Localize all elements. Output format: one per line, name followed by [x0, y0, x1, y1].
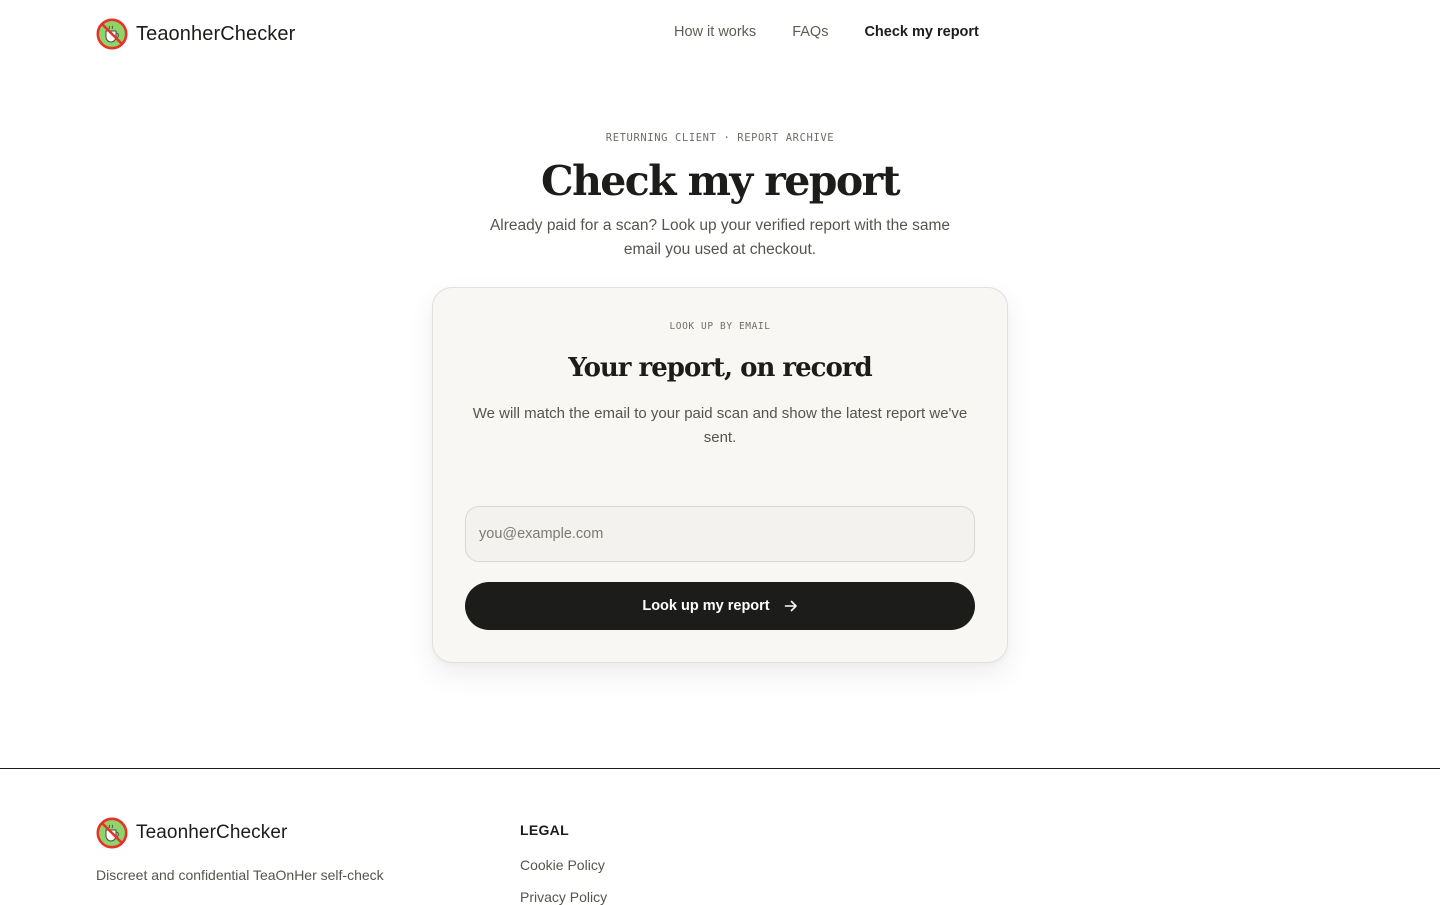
- cookie-policy-link[interactable]: Cookie Policy: [520, 857, 605, 873]
- brand-name: TeaonherChecker: [136, 22, 296, 45]
- email-input[interactable]: [465, 506, 975, 562]
- legal-heading: LEGAL: [520, 822, 569, 838]
- look-up-report-label: Look up my report: [642, 598, 770, 614]
- nav-how-it-works[interactable]: How it works: [674, 24, 756, 40]
- footer-tagline: Discreet and confidential TeaOnHer self-…: [96, 867, 384, 883]
- hero-eyebrow: RETURNING CLIENT · REPORT ARCHIVE: [605, 132, 835, 144]
- no-tea-cup-icon: [96, 817, 128, 849]
- card-eyebrow: LOOK UP BY EMAIL: [669, 321, 771, 332]
- site-footer: TeaonherChecker Discreet and confidentia…: [0, 768, 1440, 905]
- card-description: We will match the email to your paid sca…: [472, 405, 968, 446]
- nav-faqs[interactable]: FAQs: [792, 24, 828, 40]
- site-header: TeaonherChecker How it works FAQs Check …: [0, 0, 1440, 68]
- arrow-right-icon: [784, 600, 797, 612]
- page-title: Check my report: [541, 157, 901, 205]
- brand-home-link[interactable]: TeaonherChecker: [96, 17, 295, 51]
- footer-brand: TeaonherChecker: [96, 817, 287, 849]
- no-tea-cup-icon: [96, 18, 128, 50]
- page-subtitle: Already paid for a scan? Look up your ve…: [489, 217, 951, 258]
- main-nav: How it works FAQs Check my report: [674, 24, 979, 40]
- card-title: Your report, on record: [568, 353, 872, 383]
- footer-brand-name: TeaonherChecker: [136, 822, 288, 843]
- nav-check-my-report[interactable]: Check my report: [864, 24, 978, 40]
- look-up-report-button[interactable]: Look up my report: [465, 582, 975, 630]
- report-lookup-card: LOOK UP BY EMAIL Your report, on record …: [432, 287, 1008, 663]
- privacy-policy-link[interactable]: Privacy Policy: [520, 889, 607, 905]
